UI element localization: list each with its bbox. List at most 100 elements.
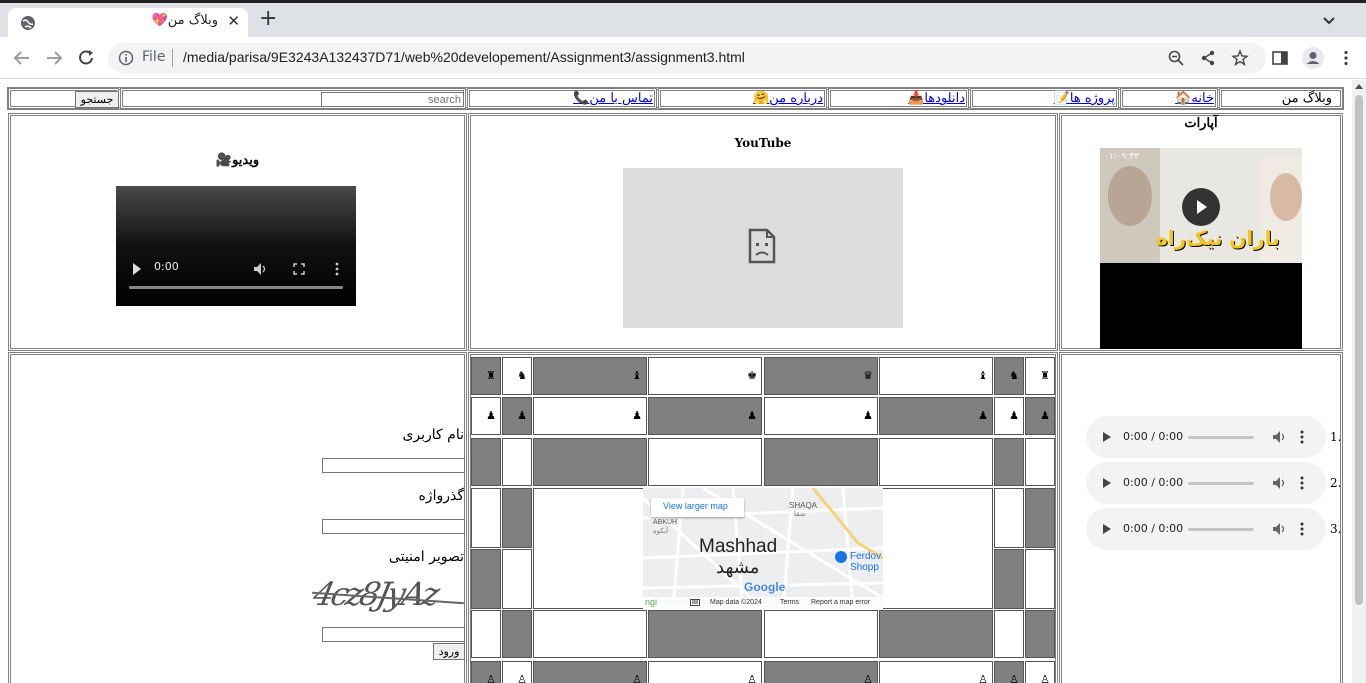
page-content: وبلاگ من 🏠خانه 📝پروژه ها 📥دانلودها 🤗دربا… [0,80,1352,683]
video-volume-icon[interactable] [253,262,267,276]
zoom-icon[interactable] [1167,49,1185,67]
aparat-thumbnail: ۰۱:۰۹:۴۳ باران نیک‌راه [1100,148,1302,263]
chess-piece: ♙ [517,673,527,683]
tab-close-icon[interactable]: ✕ [227,12,240,30]
username-input[interactable] [322,458,465,473]
chess-piece: ♟ [1009,409,1019,422]
google-map-embed[interactable]: View larger map SHAQA شقا ABKUH آبکوه Mashhad… [643,488,883,609]
back-icon[interactable] [12,49,32,67]
audio-more-icon[interactable] [1300,522,1304,536]
aparat-play-button[interactable] [1182,188,1220,226]
audio-play-icon[interactable] [1103,524,1111,534]
chess-piece: ♜ [486,369,496,382]
login-cell: نام کاربری گذرواژه تصویر امنیتی 4cz8JyAz… [8,352,467,683]
chess-piece: ♝ [632,369,642,382]
bookmark-star-icon[interactable] [1231,49,1249,67]
globe-icon [21,16,35,30]
nav-link-projects[interactable]: 📝پروژه ها [1054,91,1115,106]
video-player[interactable]: 0:00 [116,186,356,306]
password-input[interactable] [322,519,465,534]
url-text[interactable]: /media/parisa/9E3243A132437D71/web%20dev… [183,49,745,65]
audio-play-icon[interactable] [1103,432,1111,442]
audio-progress-track[interactable] [1188,436,1254,439]
video-progress-track[interactable] [129,286,343,289]
map-pin-icon[interactable] [835,551,847,563]
chess-square: ♙ [879,661,993,683]
broken-file-icon [748,228,776,264]
youtube-heading: YouTube [734,136,792,150]
kebab-menu-icon[interactable] [1337,49,1355,67]
login-submit-button[interactable]: ورود [433,643,465,660]
chess-square: ♛ [764,357,878,395]
chess-piece: ♙ [747,673,757,683]
map-area-label: ABKUH [653,519,678,526]
captcha-label: تصویر امنیتی [388,549,464,565]
captcha-input[interactable] [322,627,465,642]
new-tab-icon[interactable]: + [259,8,277,30]
chess-square [1025,549,1055,609]
audio-time: 0:00 / 0:00 [1123,476,1184,489]
search-input[interactable] [321,92,464,107]
volume-icon[interactable] [1272,476,1286,490]
nav-link-home[interactable]: 🏠خانه [1175,91,1214,106]
chess-square: ♟ [502,397,532,435]
nav-cell-projects: 📝پروژه ها [970,88,1119,109]
chess-square: ♞ [502,357,532,395]
browser-toolbar: File /media/parisa/9E3243A132437D71/web%… [0,37,1366,79]
youtube-embed-error[interactable] [623,168,903,328]
audio-progress-track[interactable] [1188,482,1254,485]
chess-square [502,488,532,548]
chess-square: ♙ [471,661,501,683]
audio-more-icon[interactable] [1300,476,1304,490]
chess-piece: ♟ [632,409,642,422]
nav-link-about[interactable]: 🤗درباره من [753,91,823,106]
video-play-icon[interactable] [133,263,141,275]
chess-square [471,610,501,658]
audio-player[interactable]: 0:00 / 0:00 [1086,416,1326,458]
audio-play-icon[interactable] [1103,478,1111,488]
keyboard-icon[interactable] [690,599,700,606]
fullscreen-icon[interactable] [293,263,305,275]
chess-square: ♝ [533,357,647,395]
chess-square [764,438,878,486]
audio-player[interactable]: 0:00 / 0:00 [1086,462,1326,504]
youtube-cell: YouTube [468,113,1058,351]
chevron-down-icon[interactable] [1320,11,1338,29]
reload-icon[interactable] [77,49,97,67]
vertical-scrollbar[interactable] [1352,80,1366,683]
info-icon[interactable] [118,50,134,66]
chess-square: ♝ [879,357,993,395]
view-larger-map-link[interactable]: View larger map [651,498,744,517]
address-bar[interactable]: File /media/parisa/9E3243A132437D71/web%… [108,43,1266,73]
chess-piece: ♞ [1009,369,1019,382]
side-panel-icon[interactable] [1271,49,1289,67]
video-cell: 🎥ویدیو 0:00 [8,113,467,351]
chess-piece: ♟ [517,409,527,422]
audio-progress-track[interactable] [1188,528,1254,531]
map-report-link[interactable]: Report a map error [811,599,870,606]
chess-piece: ♛ [863,369,873,382]
share-icon[interactable] [1199,49,1217,67]
volume-icon[interactable] [1272,430,1286,444]
map-terms-link[interactable]: Terms [780,599,799,606]
audio-more-icon[interactable] [1300,430,1304,444]
volume-icon[interactable] [1272,522,1286,536]
tab-active[interactable]: وبلاگ من💖 ✕ [8,8,248,37]
chess-piece: ♟ [1040,409,1050,422]
nav-link-downloads[interactable]: 📥دانلودها [908,91,965,106]
chess-square [1025,438,1055,486]
aparat-video-title: باران نیک‌راه [1156,226,1280,250]
forward-icon[interactable] [44,49,64,67]
scrollbar-thumb[interactable] [1355,95,1363,605]
audio-player[interactable]: 0:00 / 0:00 [1086,508,1326,550]
chess-square [648,610,762,658]
video-more-icon[interactable] [335,262,339,276]
chess-square [471,549,501,609]
aparat-player[interactable]: ۰۱:۰۹:۴۳ باران نیک‌راه [1100,148,1302,349]
nav-link-contact[interactable]: 📞تماس با من [573,91,653,106]
search-button[interactable]: جستجو [75,91,119,108]
chess-piece: ♙ [1040,673,1050,683]
scroll-up-icon[interactable] [1355,84,1363,89]
chess-square: ♙ [764,661,878,683]
profile-avatar-icon[interactable] [1302,47,1324,69]
